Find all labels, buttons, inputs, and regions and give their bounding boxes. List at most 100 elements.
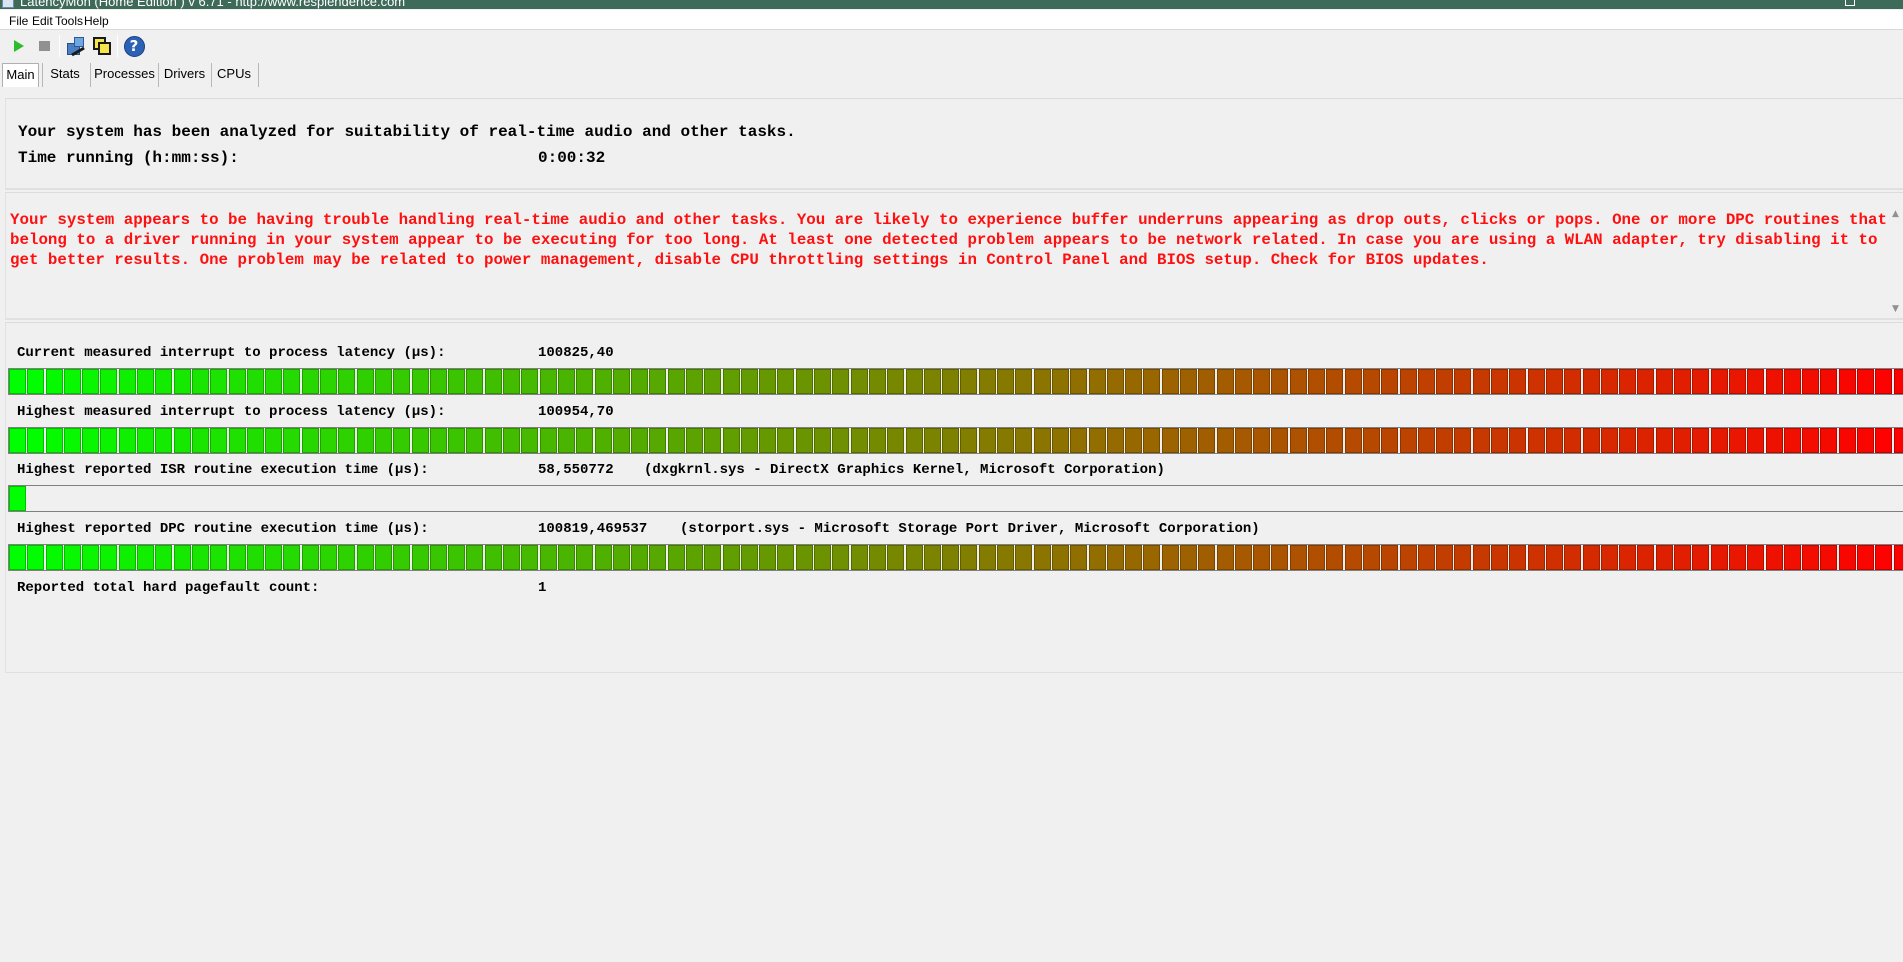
- meter-segment: [1436, 545, 1454, 570]
- analysis-summary: Your system has been analyzed for suitab…: [18, 123, 796, 141]
- meter-segment: [1765, 369, 1783, 394]
- meter-segment: [1271, 428, 1289, 453]
- tab-cpus[interactable]: CPUs: [214, 63, 254, 87]
- app-icon: [2, 0, 14, 8]
- meter-segment: [246, 428, 264, 453]
- meter-segment: [612, 428, 630, 453]
- meter-segment: [960, 545, 978, 570]
- meter-segment: [887, 428, 905, 453]
- help-button[interactable]: ?: [122, 34, 146, 58]
- meter-segment: [1692, 369, 1710, 394]
- meter-segment: [667, 545, 685, 570]
- meter-segment: [576, 545, 594, 570]
- meter-segment: [1619, 545, 1637, 570]
- scroll-up-icon[interactable]: ▲: [1892, 209, 1899, 219]
- meter-segment: [1180, 545, 1197, 570]
- meter-segment: [155, 545, 173, 570]
- meter-segment: [777, 545, 795, 570]
- meter-segment: [1326, 428, 1344, 453]
- driver-button[interactable]: [64, 34, 88, 58]
- meter-segment: [1454, 369, 1472, 394]
- scroll-down-icon[interactable]: ▼: [1892, 304, 1899, 314]
- meter-segment: [1582, 428, 1600, 453]
- pagefault-label: Reported total hard pagefault count:: [17, 580, 320, 596]
- meter-segment: [1820, 545, 1838, 570]
- meter-segment: [411, 428, 429, 453]
- meter-segment: [228, 545, 246, 570]
- tab-drivers[interactable]: Drivers: [162, 63, 207, 87]
- meter-segment: [27, 369, 45, 394]
- menu-tools[interactable]: Tools: [55, 14, 83, 28]
- restore-window-icon[interactable]: [1845, 0, 1855, 6]
- meter-segment: [118, 545, 136, 570]
- meter-segment: [1655, 369, 1673, 394]
- meter-segment: [1527, 428, 1545, 453]
- meter-segment: [594, 369, 612, 394]
- meter-segment: [814, 428, 832, 453]
- meter-segment: [338, 428, 356, 453]
- meter-segment: [704, 428, 722, 453]
- meter-segment: [45, 545, 63, 570]
- meter-segment: [155, 428, 173, 453]
- meter-segment: [1362, 369, 1380, 394]
- meter-segment: [612, 545, 630, 570]
- meter-segment: [301, 369, 319, 394]
- meter-segment: [1088, 369, 1106, 394]
- meter-segment: [411, 545, 429, 570]
- meter-segment: [1106, 369, 1124, 394]
- meter-segment: [850, 545, 868, 570]
- menu-file[interactable]: File: [9, 14, 28, 28]
- verdict-message: Your system appears to be having trouble…: [10, 211, 1887, 269]
- meter-segment: [631, 428, 649, 453]
- verdict-scrollbar[interactable]: ▲ ▼: [1889, 209, 1903, 314]
- meter-segment: [9, 486, 26, 511]
- meter-segment: [1692, 428, 1710, 453]
- meter-segment: [1893, 545, 1903, 570]
- meter-segment: [1600, 428, 1618, 453]
- meter-segment: [356, 545, 374, 570]
- isr-time-label: Highest reported ISR routine execution t…: [17, 462, 429, 478]
- title-bar[interactable]: LatencyMon (Home Edition ) v 6.71 - http…: [0, 0, 1903, 9]
- meter-segment: [63, 369, 81, 394]
- meter-segment: [1161, 369, 1179, 394]
- start-monitor-button[interactable]: [7, 34, 31, 58]
- tab-main[interactable]: Main: [2, 63, 39, 87]
- meter-segment: [228, 428, 246, 453]
- tab-stats[interactable]: Stats: [45, 63, 85, 87]
- menu-help[interactable]: Help: [84, 14, 109, 28]
- meter-segment: [1417, 428, 1435, 453]
- meter-segment: [466, 428, 484, 453]
- meter-segment: [1399, 369, 1417, 394]
- meter-segment: [1106, 545, 1124, 570]
- meter-segment: [942, 428, 960, 453]
- meter-segment: [740, 369, 758, 394]
- tab-separator: [42, 63, 43, 87]
- meter-segment: [777, 369, 795, 394]
- current-latency-value: 100825,40: [538, 345, 614, 361]
- meter-segment: [1509, 545, 1527, 570]
- meter-segment: [338, 369, 356, 394]
- meter-segment: [191, 545, 209, 570]
- meter-segment: [1564, 545, 1582, 570]
- meter-segment: [1783, 369, 1801, 394]
- meter-segment: [466, 369, 484, 394]
- tab-processes[interactable]: Processes: [94, 63, 155, 87]
- meter-segment: [978, 545, 996, 570]
- meter-segment: [9, 545, 26, 570]
- meter-segment: [1070, 545, 1088, 570]
- cpu-button[interactable]: [90, 34, 114, 58]
- stop-monitor-button[interactable]: [32, 34, 56, 58]
- meter-segment: [759, 428, 777, 453]
- dpc-driver-detail: (storport.sys - Microsoft Storage Port D…: [680, 521, 1260, 537]
- meter-segment: [1143, 369, 1161, 394]
- menu-bar: File Edit Tools Help: [0, 10, 1903, 30]
- meter-segment: [1875, 428, 1893, 453]
- menu-edit[interactable]: Edit: [32, 14, 53, 28]
- tab-separator: [211, 63, 212, 87]
- meter-segment: [1655, 428, 1673, 453]
- meter-segment: [1033, 545, 1051, 570]
- verdict-panel: Your system appears to be having trouble…: [5, 192, 1903, 320]
- help-icon: ?: [123, 35, 145, 57]
- meter-segment: [246, 545, 264, 570]
- highest-latency-value: 100954,70: [538, 404, 614, 420]
